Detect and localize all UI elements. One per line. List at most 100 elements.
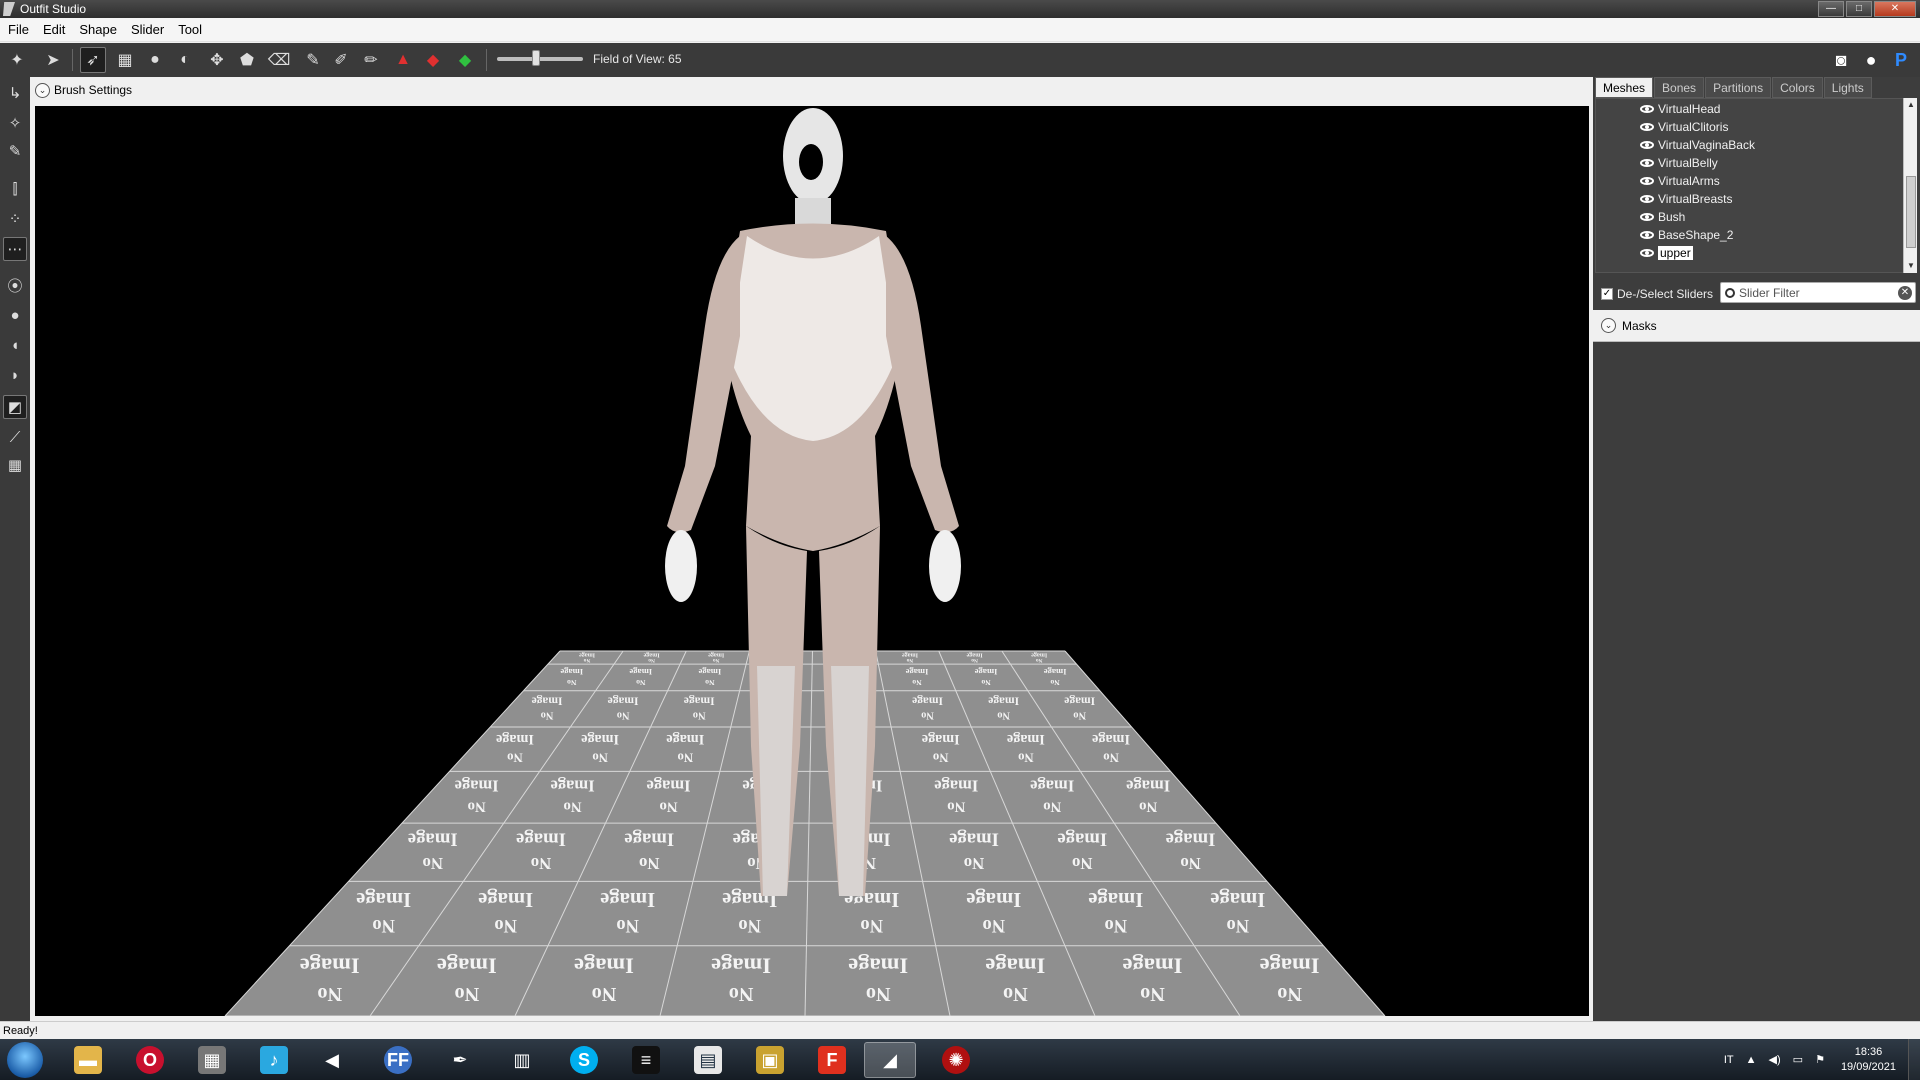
mesh-item[interactable]: VirtualBreasts bbox=[1640, 191, 1732, 207]
connected-only-icon[interactable]: ⁘ bbox=[3, 207, 27, 231]
notepad-icon[interactable]: ▤ bbox=[682, 1042, 734, 1078]
foxit-icon[interactable]: F bbox=[806, 1042, 858, 1078]
color-brush-icon[interactable]: ✐ bbox=[328, 47, 354, 73]
tab-lights[interactable]: Lights bbox=[1823, 77, 1872, 98]
start-button[interactable] bbox=[7, 1042, 43, 1078]
inflate-brush-icon[interactable]: ● bbox=[142, 47, 168, 73]
maximize-button[interactable]: □ bbox=[1846, 1, 1872, 17]
eye-icon[interactable] bbox=[1640, 249, 1654, 257]
menu-file[interactable]: File bbox=[8, 22, 29, 37]
eye-icon[interactable] bbox=[1640, 195, 1654, 203]
tab-colors[interactable]: Colors bbox=[1772, 77, 1823, 98]
close-button[interactable]: ✕ bbox=[1874, 1, 1916, 17]
eye-icon[interactable] bbox=[1640, 231, 1654, 239]
show-desktop-button[interactable] bbox=[1908, 1039, 1920, 1080]
tab-bones[interactable]: Bones bbox=[1654, 77, 1705, 98]
grid-app-icon[interactable]: ▥ bbox=[496, 1042, 548, 1078]
menu-tool[interactable]: Tool bbox=[178, 22, 202, 37]
undiff-brush-icon[interactable]: ⌫ bbox=[266, 47, 292, 73]
clock[interactable]: 18:36 19/09/2021 bbox=[1841, 1045, 1896, 1075]
eye-icon[interactable] bbox=[1640, 159, 1654, 167]
ffdec-icon[interactable]: FF bbox=[372, 1042, 424, 1078]
collapse-vertex-icon[interactable]: ▲ bbox=[390, 47, 416, 73]
flip-edge-icon[interactable]: ◆ bbox=[420, 47, 446, 73]
field-of-view-slider-thumb[interactable] bbox=[532, 50, 540, 66]
mesh-item[interactable]: VirtualBelly bbox=[1640, 155, 1718, 171]
grid-icon[interactable]: ▦ bbox=[3, 453, 27, 477]
tray-expand-icon[interactable]: ▲ bbox=[1746, 1054, 1757, 1066]
chevron-down-icon[interactable]: ⌄ bbox=[1601, 318, 1616, 333]
move-brush-icon[interactable]: ✥ bbox=[204, 47, 230, 73]
action-center-icon[interactable]: ⚑ bbox=[1815, 1053, 1825, 1066]
eye-icon[interactable] bbox=[1640, 105, 1654, 113]
scrollbar-thumb[interactable] bbox=[1906, 176, 1916, 248]
mesh-item[interactable]: VirtualVaginaBack bbox=[1640, 137, 1755, 153]
select-brush-icon[interactable]: ➶ bbox=[80, 47, 106, 73]
tab-meshes[interactable]: Meshes bbox=[1595, 77, 1654, 98]
field-of-view-slider[interactable] bbox=[497, 57, 583, 61]
music-app-icon[interactable]: ♪ bbox=[248, 1042, 300, 1078]
weight-brush-icon[interactable]: ✎ bbox=[300, 47, 326, 73]
eye-icon[interactable] bbox=[1640, 213, 1654, 221]
chevron-down-icon[interactable]: ⌄ bbox=[35, 82, 50, 98]
discord-icon[interactable]: ◙ bbox=[1828, 47, 1854, 73]
deselect-sliders-checkbox[interactable]: ✓ bbox=[1601, 288, 1613, 300]
menu-edit[interactable]: Edit bbox=[43, 22, 65, 37]
show-weight-icon[interactable]: ◖ bbox=[3, 333, 27, 357]
transform-tool-icon[interactable]: ↳ bbox=[3, 81, 27, 105]
slider-filter-field[interactable]: ✕ bbox=[1720, 282, 1916, 303]
media-app-icon[interactable]: ▦ bbox=[186, 1042, 238, 1078]
menu-slider[interactable]: Slider bbox=[131, 22, 164, 37]
show-mask-icon[interactable]: ● bbox=[3, 303, 27, 327]
eye-icon[interactable] bbox=[1640, 177, 1654, 185]
paypal-icon[interactable]: P bbox=[1888, 47, 1914, 73]
brush-settings-header[interactable]: ⌄ Brush Settings bbox=[35, 80, 132, 100]
opera-icon[interactable]: O bbox=[124, 1042, 176, 1078]
xmirror-icon[interactable]: ⫿ bbox=[3, 177, 27, 201]
texture-toggle-icon[interactable]: ⟋ bbox=[3, 425, 27, 449]
mesh-item[interactable]: VirtualArms bbox=[1640, 173, 1720, 189]
new-project-icon[interactable]: ✦ bbox=[4, 47, 30, 73]
scroll-up-icon[interactable]: ▲ bbox=[1904, 98, 1918, 112]
3d-viewport[interactable]: Image No Image No Image No Image No Image No Image… bbox=[35, 106, 1589, 1016]
scroll-down-icon[interactable]: ▼ bbox=[1904, 259, 1918, 273]
mesh-item[interactable]: VirtualHead bbox=[1640, 101, 1720, 117]
minimize-button[interactable]: — bbox=[1818, 1, 1844, 17]
language-indicator[interactable]: IT bbox=[1724, 1054, 1734, 1066]
wireframe-icon[interactable]: ◩ bbox=[3, 395, 27, 419]
menu-shape[interactable]: Shape bbox=[79, 22, 117, 37]
mesh-item[interactable]: BaseShape_2 bbox=[1640, 227, 1733, 243]
masks-header[interactable]: ⌄ Masks bbox=[1593, 310, 1920, 342]
clear-icon[interactable]: ✕ bbox=[1898, 285, 1912, 300]
alpha-brush-icon[interactable]: ✏ bbox=[358, 47, 384, 73]
game-app-icon[interactable]: ✺ bbox=[930, 1042, 982, 1078]
mesh-list-scrollbar[interactable]: ▲ ▼ bbox=[1903, 98, 1917, 273]
mask-brush-icon[interactable]: ▦ bbox=[112, 47, 138, 73]
deselect-sliders-toggle[interactable]: ✓ De-/Select Sliders bbox=[1601, 287, 1713, 301]
vertex-edit-icon[interactable]: ✎ bbox=[3, 139, 27, 163]
file-explorer-icon[interactable]: ▬ bbox=[62, 1042, 114, 1078]
load-project-icon[interactable]: ➤ bbox=[40, 47, 66, 73]
split-edge-icon[interactable]: ◆ bbox=[452, 47, 478, 73]
eye-icon[interactable] bbox=[1640, 123, 1654, 131]
skype-icon[interactable]: S bbox=[558, 1042, 610, 1078]
volume-icon[interactable]: ◀) bbox=[1769, 1053, 1781, 1066]
audio-app-icon[interactable]: ◀ bbox=[306, 1042, 358, 1078]
tab-partitions[interactable]: Partitions bbox=[1705, 77, 1772, 98]
show-vertices-icon[interactable]: ⦿ bbox=[3, 273, 27, 297]
network-icon[interactable]: ▭ bbox=[1793, 1053, 1803, 1066]
lol-app-icon[interactable]: ▣ bbox=[744, 1042, 796, 1078]
slider-filter-input[interactable] bbox=[1739, 285, 1889, 300]
mesh-item-selected[interactable]: upper bbox=[1640, 245, 1693, 261]
show-color-icon[interactable]: ◗ bbox=[3, 363, 27, 387]
mod-manager-icon[interactable]: ≡ bbox=[620, 1042, 672, 1078]
github-icon[interactable]: ● bbox=[1858, 47, 1884, 73]
global-brush-icon[interactable]: ⋯ bbox=[3, 237, 27, 261]
eye-icon[interactable] bbox=[1640, 141, 1654, 149]
pivot-tool-icon[interactable]: ✧ bbox=[3, 111, 27, 135]
quill-app-icon[interactable]: ✒ bbox=[434, 1042, 486, 1078]
mesh-item[interactable]: Bush bbox=[1640, 209, 1685, 225]
outfit-studio-taskbar-icon[interactable]: ◢ bbox=[864, 1042, 916, 1078]
mesh-item[interactable]: VirtualClitoris bbox=[1640, 119, 1728, 135]
smooth-brush-icon[interactable]: ⬟ bbox=[234, 47, 260, 73]
